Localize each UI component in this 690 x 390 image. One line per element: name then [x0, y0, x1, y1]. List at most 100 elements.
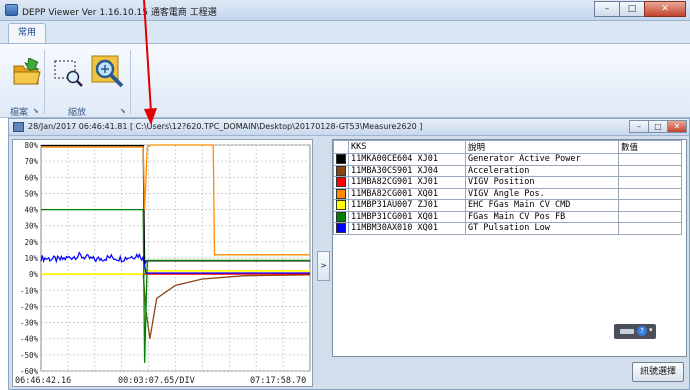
row-color-cell — [333, 153, 349, 166]
y-tick-label: -60% — [20, 367, 39, 376]
tab-home[interactable]: 常用 — [8, 23, 47, 43]
value-cell — [618, 164, 682, 177]
color-swatch[interactable] — [336, 211, 346, 222]
desc-cell[interactable]: GT Pulsation Low — [465, 222, 619, 235]
signal-select-button[interactable]: 訊號選擇 — [632, 362, 684, 382]
table-empty-row — [334, 234, 682, 235]
desc-cell[interactable]: VIGV Position — [465, 176, 619, 189]
empty-cell — [619, 234, 682, 235]
row-color-cell — [333, 222, 349, 235]
value-cell — [618, 187, 682, 200]
y-tick-label: -40% — [20, 335, 39, 344]
color-swatch[interactable] — [336, 165, 346, 176]
measure-window-controls: – □ ✕ — [629, 120, 687, 133]
y-tick-label: 30% — [24, 222, 38, 231]
y-tick-label: -10% — [20, 286, 39, 295]
table-header-row: KKS 說明 數值 — [333, 140, 682, 154]
help-icon[interactable]: ? — [637, 326, 647, 336]
table-row[interactable]: 11MBM30AX010 XQ01 GT Pulsation Low — [333, 222, 682, 235]
kks-cell[interactable]: 11MBP31CG001 XQ01 — [348, 210, 466, 223]
table-row[interactable]: 11MBP31CG001 XQ01 FGas Main CV Pos FB — [333, 210, 682, 223]
desc-cell[interactable]: Generator Active Power — [465, 153, 619, 166]
color-swatch[interactable] — [336, 188, 346, 199]
table-row[interactable]: 11MBA30CS901 XJ04 Acceleration — [333, 164, 682, 177]
table-header-kks[interactable]: KKS — [348, 140, 466, 154]
empty-cell — [349, 234, 466, 235]
kks-cell[interactable]: 11MBM30AX010 XQ01 — [348, 222, 466, 235]
chart-window-icon — [13, 122, 24, 132]
table-row[interactable]: 11MBA82CG001 XQ01 VIGV Angle Pos. — [333, 187, 682, 200]
zoom-select-icon[interactable] — [52, 58, 84, 91]
kks-cell[interactable]: 11MBA82CG901 XJ01 — [348, 176, 466, 189]
y-tick-label: 80% — [24, 141, 38, 150]
trend-chart[interactable]: 80% 70% 60% 50% 40% 30% 20% 10% 0% -10% -20% -30% -4… — [13, 140, 312, 386]
row-color-cell — [333, 210, 349, 223]
group-file-launcher-icon[interactable]: ⬊ — [33, 107, 39, 115]
measure-close-button[interactable]: ✕ — [667, 120, 687, 133]
measure-window: 28/Jan/2017 06:46:41.81 [ C:\Users\12?62… — [8, 118, 690, 390]
window-controls: – □ ✕ — [594, 1, 686, 17]
color-swatch[interactable] — [336, 223, 346, 233]
group-zoom-launcher-icon[interactable]: ⬊ — [120, 107, 126, 115]
title-bar: DEPP Viewer Ver 1.16.10.15 通客電商 工程選 – □ … — [0, 0, 690, 21]
kks-cell[interactable]: 11MBA30CS901 XJ04 — [348, 164, 466, 177]
slider-icon[interactable] — [620, 329, 634, 334]
desc-cell[interactable]: FGas Main CV Pos FB — [465, 210, 619, 223]
group-separator — [130, 50, 131, 114]
expand-button[interactable]: > — [317, 251, 330, 281]
row-color-cell — [333, 199, 349, 212]
table-row[interactable]: 11MBP31AU007 ZJ01 EHC FGas Main CV CMD — [333, 199, 682, 212]
y-tick-label: 70% — [24, 157, 38, 166]
empty-cell — [466, 234, 619, 235]
app-icon — [5, 4, 18, 16]
y-tick-label: -20% — [20, 302, 39, 311]
maximize-button[interactable]: □ — [619, 1, 645, 17]
ribbon: 檔案 ⬊ 縮放 ⬊ — [0, 43, 690, 118]
group-file-label: 檔案 — [10, 108, 29, 118]
kks-cell[interactable]: 11MBP31AU007 ZJ01 — [348, 199, 466, 212]
table-header-color — [333, 140, 349, 154]
y-tick-label: -30% — [20, 319, 39, 328]
desc-cell[interactable]: EHC FGas Main CV CMD — [465, 199, 619, 212]
minimize-button[interactable]: – — [594, 1, 620, 17]
desc-cell[interactable]: VIGV Angle Pos. — [465, 187, 619, 200]
y-tick-label: 60% — [24, 173, 38, 182]
time-start-label: 06:46:42.16 — [15, 376, 72, 386]
kks-cell[interactable]: 11MKA00CE604 XJ01 — [348, 153, 466, 166]
table-row[interactable]: 11MKA00CE604 XJ01 Generator Active Power — [333, 153, 682, 166]
trend-chart-panel[interactable]: 80% 70% 60% 50% 40% 30% 20% 10% 0% -10% -20% -30% -4… — [12, 139, 313, 387]
open-folder-icon[interactable] — [12, 57, 42, 91]
group-separator — [44, 50, 45, 114]
y-tick-label: 20% — [24, 238, 38, 247]
dropdown-arrow-icon[interactable]: ▾ — [649, 326, 653, 334]
y-tick-label: 0% — [29, 270, 39, 279]
value-cell — [618, 153, 682, 166]
kks-cell[interactable]: 11MBA82CG001 XQ01 — [348, 187, 466, 200]
table-header-value[interactable]: 數值 — [618, 140, 682, 154]
zoom-fit-icon[interactable] — [90, 54, 126, 93]
table-header-desc[interactable]: 說明 — [465, 140, 619, 154]
y-tick-label: -50% — [20, 351, 39, 360]
color-swatch[interactable] — [336, 154, 346, 164]
y-tick-label: 10% — [24, 254, 38, 263]
value-cell — [618, 176, 682, 189]
navigation-mini-control[interactable]: ? ▾ — [614, 324, 656, 339]
table-row[interactable]: 11MBA82CG901 XJ01 VIGV Position — [333, 176, 682, 189]
y-tick-label: 40% — [24, 206, 38, 215]
y-tick-label: 50% — [24, 189, 38, 198]
color-swatch[interactable] — [336, 177, 346, 187]
measure-window-titlebar: 28/Jan/2017 06:46:41.81 [ C:\Users\12?62… — [9, 119, 689, 136]
group-zoom-label: 縮放 — [68, 108, 87, 118]
measure-maximize-button[interactable]: □ — [648, 120, 668, 133]
close-button[interactable]: ✕ — [644, 1, 686, 17]
desc-cell[interactable]: Acceleration — [465, 164, 619, 177]
time-end-label: 07:17:58.70 — [250, 376, 307, 386]
value-cell — [618, 210, 682, 223]
measure-window-title: 28/Jan/2017 06:46:41.81 [ C:\Users\12?62… — [28, 122, 423, 131]
measure-minimize-button[interactable]: – — [629, 120, 649, 133]
empty-cell — [334, 234, 349, 235]
window-title: DEPP Viewer Ver 1.16.10.15 通客電商 工程選 — [22, 8, 217, 18]
signal-table: KKS 說明 數值 11MKA00CE604 XJ01 Generator Act… — [333, 140, 682, 235]
color-swatch[interactable] — [336, 200, 346, 210]
row-color-cell — [333, 164, 349, 177]
